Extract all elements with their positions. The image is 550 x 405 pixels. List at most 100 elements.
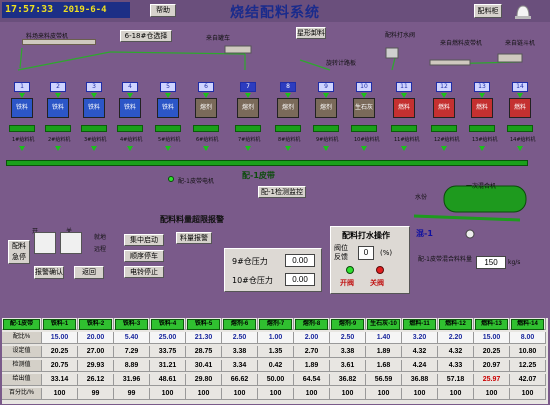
column-header[interactable]: 铁料-2 xyxy=(79,319,112,330)
table-cell: 25.97 xyxy=(474,374,510,386)
column-header[interactable]: 生石灰-10 xyxy=(367,319,400,330)
hopper-bin-9[interactable]: 熔剂 xyxy=(315,98,337,118)
pressure-9-label: 9#仓压力 xyxy=(232,257,268,266)
close-valve-label[interactable]: 关阀 xyxy=(370,278,384,288)
ratio-input[interactable]: 2.50 xyxy=(222,332,258,344)
hopper-bin-6[interactable]: 熔剂 xyxy=(195,98,217,118)
belt-label: 配-1皮带 xyxy=(242,171,275,180)
ratio-input[interactable]: 1.40 xyxy=(366,332,402,344)
column-header[interactable]: 燃料-13 xyxy=(475,319,508,330)
hopper-number-8: 8 xyxy=(280,82,296,92)
table-cell: 8.89 xyxy=(114,360,150,372)
column-header[interactable]: 配-1皮带 xyxy=(3,319,40,330)
quantity-alarm-button[interactable]: 料量报警 xyxy=(176,232,212,244)
ratio-input[interactable]: 1.00 xyxy=(258,332,294,344)
return-button[interactable]: 返回 xyxy=(74,266,104,279)
hopper-bin-13[interactable]: 燃料 xyxy=(471,98,493,118)
table-cell: 29.80 xyxy=(186,374,222,386)
alarm-confirm-button[interactable]: 报警确认 xyxy=(34,266,64,279)
star-discharge-button[interactable]: 星形卸料 xyxy=(296,27,326,39)
ratio-input[interactable]: 15.00 xyxy=(474,332,510,344)
flow-value: 150 xyxy=(476,256,506,269)
column-header[interactable]: 熔剂-7 xyxy=(259,319,292,330)
table-cell: 100 xyxy=(258,388,294,400)
date-text: 2019-6-4 xyxy=(63,5,107,15)
central-start-button[interactable]: 集中启动 xyxy=(124,234,164,246)
column-header[interactable]: 熔剂-9 xyxy=(331,319,364,330)
bell-stop-button[interactable]: 电铃停止 xyxy=(124,266,164,278)
column-header[interactable]: 铁料-5 xyxy=(187,319,220,330)
sequential-stop-button[interactable]: 顺序停车 xyxy=(124,250,164,262)
alarm-siren-icon[interactable] xyxy=(514,3,532,19)
feeder-label: 1#给料机 xyxy=(12,137,35,143)
column-header[interactable]: 燃料-12 xyxy=(439,319,472,330)
header-cell: 铁料-4 xyxy=(150,318,186,330)
discharge-arrow-icon xyxy=(285,146,291,151)
hopper-bin-8[interactable]: 熔剂 xyxy=(277,98,299,118)
hopper-number-9: 9 xyxy=(318,82,334,92)
table-row: 百分比/% 100 99 99 100 100 100 100 100 100 100 100 100 1… xyxy=(2,388,548,400)
ratio-input[interactable]: 20.00 xyxy=(78,332,114,344)
close-valve-indicator[interactable] xyxy=(376,266,384,274)
hopper-bin-10[interactable]: 生石灰 xyxy=(353,98,375,118)
open-valve-indicator[interactable] xyxy=(346,266,354,274)
cabinet-button[interactable]: 配料柜 xyxy=(474,4,502,18)
hopper-bin-3[interactable]: 铁料 xyxy=(83,98,105,118)
table-cell: 64.54 xyxy=(294,374,330,386)
feeder-label: 8#给料机 xyxy=(278,137,301,143)
hopper-bin-4[interactable]: 铁料 xyxy=(119,98,141,118)
header-cell: 铁料-2 xyxy=(78,318,114,330)
table-cell: 42.07 xyxy=(510,374,546,386)
ratio-input[interactable]: 25.00 xyxy=(150,332,186,344)
header-cell: 燃料-14 xyxy=(510,318,546,330)
feeder-belt-2 xyxy=(45,125,71,132)
ratio-input[interactable]: 3.20 xyxy=(402,332,438,344)
ratio-input[interactable]: 2.00 xyxy=(294,332,330,344)
ratio-input[interactable]: 2.20 xyxy=(438,332,474,344)
column-header[interactable]: 燃料-11 xyxy=(403,319,436,330)
ratio-input[interactable]: 21.30 xyxy=(186,332,222,344)
emergency-stop-button[interactable]: 配料急停 xyxy=(8,240,30,264)
table-cell: 100 xyxy=(366,388,402,400)
column-header[interactable]: 熔剂-8 xyxy=(295,319,328,330)
row-label: 设定值 xyxy=(2,346,42,358)
discharge-arrow-icon xyxy=(245,146,251,151)
header-cell: 燃料-13 xyxy=(474,318,510,330)
hopper-bin-14[interactable]: 燃料 xyxy=(509,98,531,118)
feeder-belt-8 xyxy=(275,125,301,132)
feeder-belt-12 xyxy=(431,125,457,132)
ratio-input[interactable]: 8.00 xyxy=(510,332,546,344)
local-remote-switch-2[interactable] xyxy=(60,232,82,254)
ratio-input[interactable]: 2.50 xyxy=(330,332,366,344)
local-remote-switch-1[interactable] xyxy=(34,232,56,254)
column-header[interactable]: 铁料-4 xyxy=(151,319,184,330)
column-header[interactable]: 铁料-1 xyxy=(43,319,76,330)
hopper-bin-11[interactable]: 燃料 xyxy=(393,98,415,118)
feeder-label: 6#给料机 xyxy=(196,137,219,143)
feeder-label: 11#给料机 xyxy=(394,137,420,143)
column-header[interactable]: 铁料-3 xyxy=(115,319,148,330)
feeder-belt-4 xyxy=(117,125,143,132)
hopper-bin-7[interactable]: 熔剂 xyxy=(237,98,259,118)
hopper-bin-2[interactable]: 铁料 xyxy=(47,98,69,118)
open-valve-label[interactable]: 开阀 xyxy=(340,278,354,288)
hopper-bin-1[interactable]: 铁料 xyxy=(11,98,33,118)
feeder-label: 7#给料机 xyxy=(238,137,261,143)
column-header[interactable]: 熔剂-6 xyxy=(223,319,256,330)
clock-display: 17:57:33 2019-6-4 xyxy=(2,2,130,18)
belt-monitor-button[interactable]: 配-1检测监控 xyxy=(258,186,306,198)
feeder-belt-9 xyxy=(313,125,339,132)
ratio-input[interactable]: 15.00 xyxy=(42,332,78,344)
feeder-label: 3#给料机 xyxy=(84,137,107,143)
table-cell: 33.14 xyxy=(42,374,78,386)
discharge-arrow-icon xyxy=(91,146,97,151)
table-cell: 100 xyxy=(186,388,222,400)
discharge-arrow-icon xyxy=(479,146,485,151)
table-cell: 100 xyxy=(474,388,510,400)
help-button[interactable]: 帮助 xyxy=(150,4,176,17)
hopper-bin-5[interactable]: 铁料 xyxy=(157,98,179,118)
column-header[interactable]: 燃料-14 xyxy=(511,319,544,330)
ratio-input[interactable]: 5.40 xyxy=(114,332,150,344)
discharge-arrow-icon xyxy=(203,146,209,151)
hopper-bin-12[interactable]: 燃料 xyxy=(433,98,455,118)
